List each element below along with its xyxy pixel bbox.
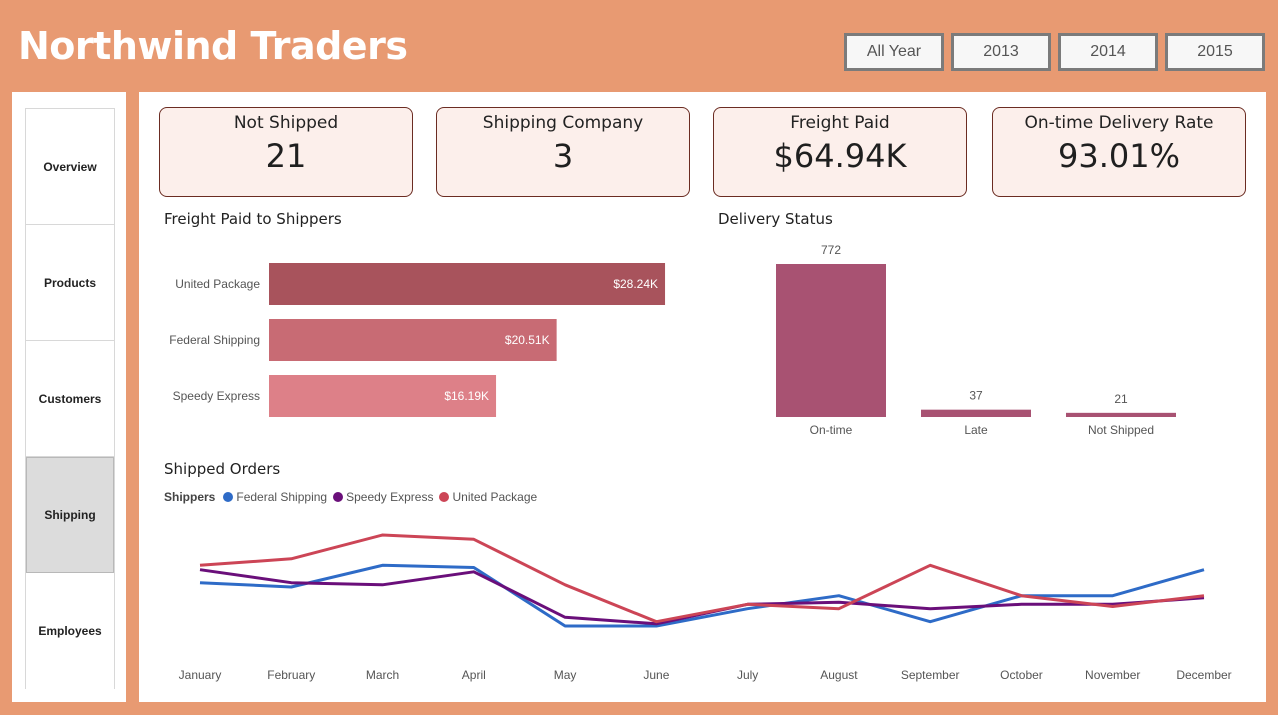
kpi-value: 3: [552, 137, 574, 175]
delivery-chart-title: Delivery Status: [718, 210, 833, 228]
year-button-2013[interactable]: 2013: [951, 33, 1051, 71]
nav-item-customers[interactable]: Customers: [26, 341, 114, 457]
nav-list: Overview Products Customers Shipping Emp…: [25, 108, 115, 689]
kpi-card-shipping-company: Shipping Company 3: [436, 107, 690, 197]
bar-category-label: United Package: [175, 277, 260, 291]
bar-category-label: Speedy Express: [173, 389, 260, 403]
shipped-orders-chart: January February March April May June July Augu…: [179, 533, 1232, 682]
kpi-value: $64.94K: [773, 137, 907, 175]
kpi-card-on-time-rate: On-time Delivery Rate 93.01%: [992, 107, 1246, 197]
year-button-all[interactable]: All Year: [844, 33, 944, 71]
legend-dot-icon: [439, 492, 450, 502]
app-title: Northwind Traders: [18, 24, 408, 68]
x-tick-label: January: [179, 668, 222, 682]
series-line[interactable]: [199, 533, 1205, 624]
delivery-bar[interactable]: [1066, 412, 1176, 417]
freight-chart-title: Freight Paid to Shippers: [164, 210, 342, 228]
legend-dot-icon: [223, 492, 234, 502]
delivery-status-chart: 772 On-time 37 Late 21 Not Shipped: [776, 243, 1176, 437]
legend-label: United Package: [452, 490, 538, 504]
legend-item-federal[interactable]: Federal Shipping: [223, 490, 327, 504]
bar-data-label: $16.19K: [444, 389, 489, 403]
nav-item-shipping[interactable]: Shipping: [26, 457, 114, 573]
nav-item-overview[interactable]: Overview: [26, 109, 114, 225]
bar-category-label: Late: [964, 423, 988, 437]
legend-dot-icon: [333, 492, 344, 502]
bar-category-label: Not Shipped: [1088, 423, 1154, 437]
x-tick-label: May: [554, 668, 577, 682]
bar-data-label: 21: [1114, 392, 1128, 406]
delivery-bar[interactable]: [921, 409, 1031, 417]
kpi-label: Freight Paid: [790, 113, 890, 133]
x-tick-label: September: [901, 668, 960, 682]
bar-category-label: Federal Shipping: [169, 333, 260, 347]
kpi-card-freight-paid: Freight Paid $64.94K: [713, 107, 967, 197]
main-panel: Not Shipped 21 Shipping Company 3 Freigh…: [139, 92, 1266, 702]
x-tick-label: December: [1176, 668, 1231, 682]
legend-label: Federal Shipping: [236, 490, 328, 504]
kpi-value: 93.01%: [1057, 137, 1180, 175]
legend-title: Shippers: [164, 490, 216, 504]
nav-item-products[interactable]: Products: [26, 225, 114, 341]
legend-item-speedy[interactable]: Speedy Express: [333, 490, 433, 504]
x-tick-label: November: [1085, 668, 1140, 682]
x-tick-label: October: [1000, 668, 1043, 682]
bar-data-label: $28.24K: [613, 277, 658, 291]
delivery-bar[interactable]: [776, 264, 886, 417]
kpi-label: On-time Delivery Rate: [1024, 113, 1214, 133]
kpi-card-not-shipped: Not Shipped 21: [159, 107, 413, 197]
legend-item-united[interactable]: United Package: [439, 490, 537, 504]
nav-item-employees[interactable]: Employees: [26, 573, 114, 689]
kpi-value: 21: [265, 137, 307, 175]
freight-bar[interactable]: [269, 263, 666, 305]
freight-paid-chart: United Package $28.24K Federal Shipping $20…: [169, 263, 666, 417]
x-tick-label: February: [267, 668, 315, 682]
kpi-label: Shipping Company: [482, 113, 644, 133]
bar-data-label: $20.51K: [505, 333, 550, 347]
orders-chart-title: Shipped Orders: [164, 460, 281, 478]
legend-label: Speedy Express: [346, 490, 434, 504]
year-button-2015[interactable]: 2015: [1165, 33, 1265, 71]
x-tick-label: June: [643, 668, 669, 682]
sidebar: Overview Products Customers Shipping Emp…: [12, 92, 126, 702]
bar-category-label: On-time: [810, 423, 853, 437]
year-button-2014[interactable]: 2014: [1058, 33, 1158, 71]
x-tick-label: August: [820, 668, 858, 682]
x-tick-label: March: [366, 668, 399, 682]
bar-data-label: 37: [969, 389, 983, 403]
bar-data-label: 772: [821, 243, 841, 257]
series-line[interactable]: [199, 563, 1205, 628]
x-tick-label: July: [737, 668, 758, 682]
orders-legend: Shippers Federal Shipping Speedy Express…: [164, 490, 543, 504]
x-tick-label: April: [462, 668, 486, 682]
kpi-label: Not Shipped: [233, 113, 339, 133]
